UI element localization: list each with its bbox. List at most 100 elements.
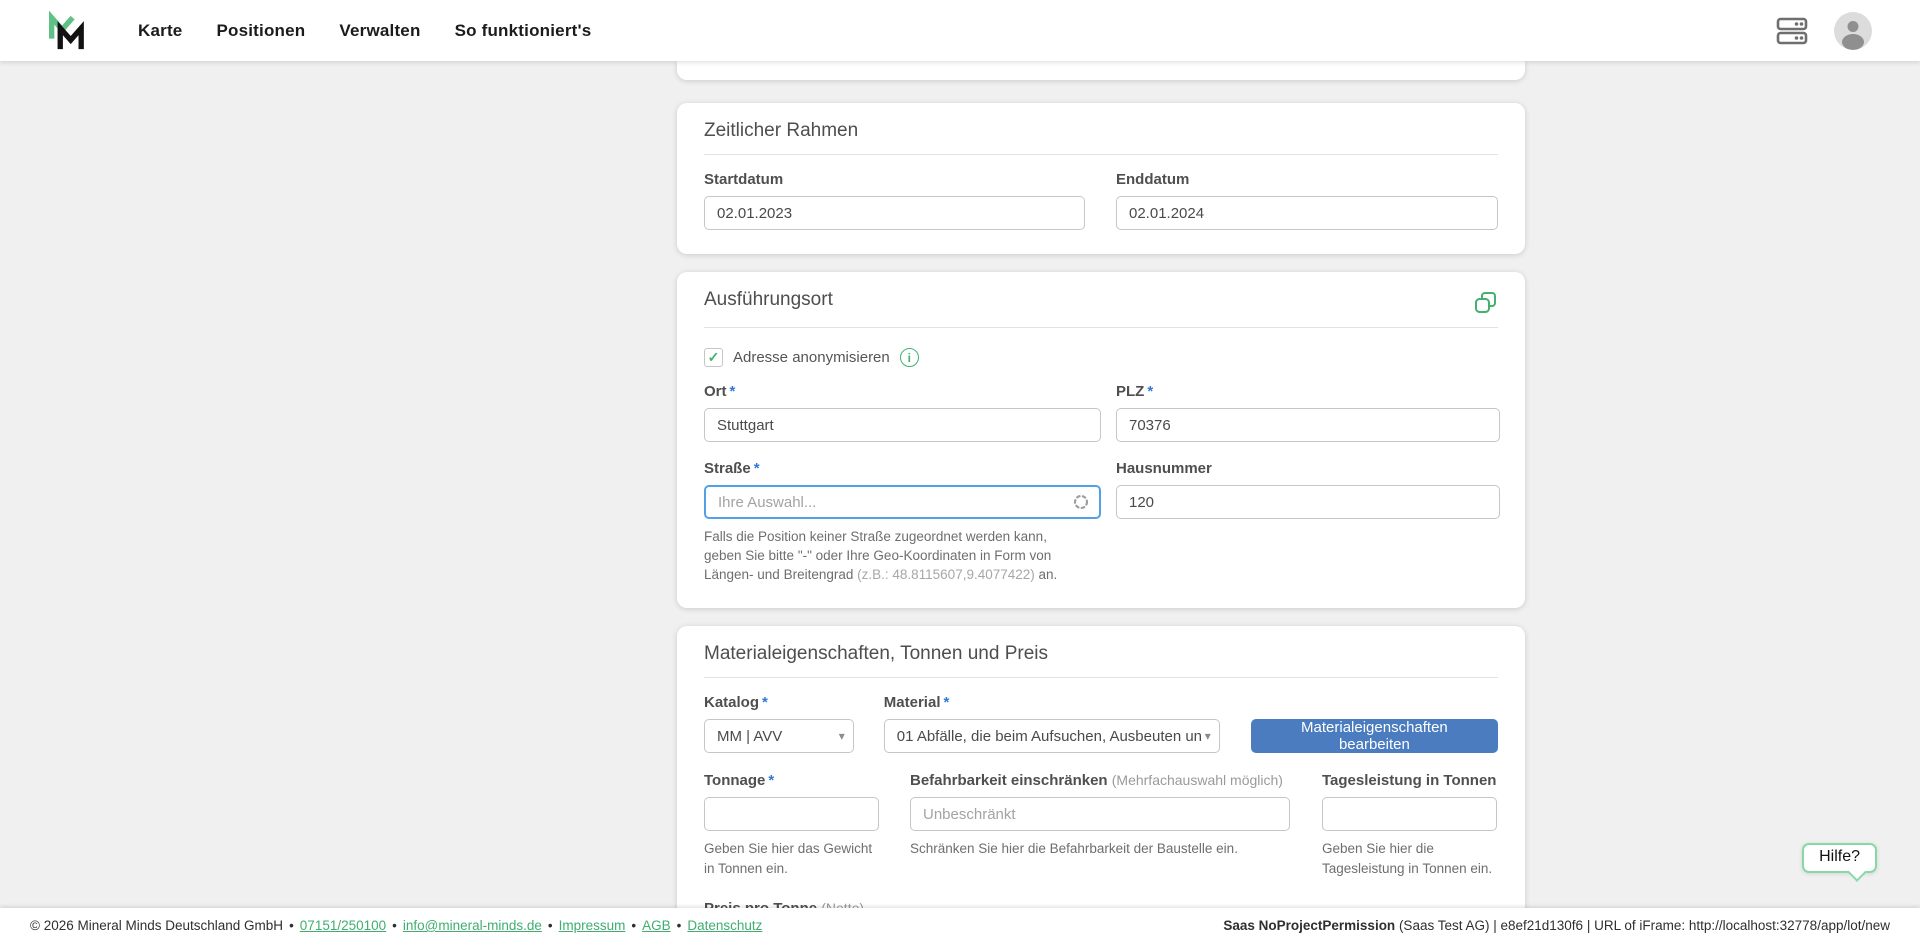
footer-env-info: Saas NoProjectPermission (Saas Test AG) … [1223, 918, 1890, 933]
tonnage-helper-text: Geben Sie hier das Gewicht in Tonnen ein… [704, 839, 879, 878]
divider [704, 154, 1498, 155]
field-hausnummer: Hausnummer [1116, 460, 1500, 584]
separator: • [392, 918, 397, 933]
previous-card-cutoff [677, 61, 1525, 80]
required-asterisk: * [730, 383, 736, 400]
befahrbarkeit-input[interactable] [910, 797, 1290, 831]
field-preis: Preis pro Tonne (Netto) [704, 900, 1498, 908]
enddatum-label: Enddatum [1116, 171, 1500, 188]
startdatum-label: Startdatum [704, 171, 1101, 188]
info-icon[interactable]: i [900, 348, 919, 367]
preis-label-text: Preis pro Tonne [704, 900, 817, 908]
help-button[interactable]: Hilfe? [1802, 843, 1877, 873]
section-title-material: Materialeigenschaften, Tonnen und Preis [704, 643, 1048, 665]
material-selected-value: 01 Abfälle, die beim Aufsuchen, Ausbeute… [897, 728, 1201, 745]
strasse-helper-suffix: an. [1035, 567, 1058, 582]
required-asterisk: * [754, 460, 760, 477]
chevron-down-icon: ▾ [839, 729, 845, 743]
befahrbarkeit-label: Befahrbarkeit einschränken (Mehrfachausw… [910, 772, 1290, 789]
form-column: Zeitlicher Rahmen Startdatum Enddatum [677, 61, 1525, 908]
startdatum-input[interactable] [704, 196, 1085, 230]
plz-input[interactable] [1116, 408, 1500, 442]
copy-icon[interactable] [1474, 291, 1498, 315]
separator: • [677, 918, 682, 933]
plz-label-text: PLZ [1116, 383, 1144, 400]
section-title-ausfuehrungsort: Ausführungsort [704, 289, 833, 311]
katalog-select[interactable]: MM | AVV ▾ [704, 719, 854, 753]
hausnummer-label: Hausnummer [1116, 460, 1500, 477]
env-details-text: (Saas Test AG) | e8ef21d130f6 | URL of i… [1395, 918, 1890, 933]
section-zeitlicher-rahmen: Zeitlicher Rahmen Startdatum Enddatum [677, 103, 1525, 254]
section-ausfuehrungsort: Ausführungsort ✓ Adresse anonymisieren i [677, 272, 1525, 608]
copyright-text: © 2026 Mineral Minds Deutschland GmbH [30, 918, 283, 933]
ort-label: Ort* [704, 383, 1101, 400]
ort-input[interactable] [704, 408, 1101, 442]
tonnage-label-text: Tonnage [704, 772, 765, 789]
main-nav: Karte Positionen Verwalten So funktionie… [138, 21, 591, 41]
anonymize-checkbox[interactable]: ✓ [704, 348, 723, 367]
field-tagesleistung: Tagesleistung in Tonnen Geben Sie hier d… [1322, 772, 1497, 878]
page-footer: © 2026 Mineral Minds Deutschland GmbH • … [0, 908, 1920, 943]
plz-label: PLZ* [1116, 383, 1500, 400]
nav-item-verwalten[interactable]: Verwalten [339, 21, 420, 41]
hausnummer-input[interactable] [1116, 485, 1500, 519]
footer-link-phone[interactable]: 07151/250100 [300, 918, 386, 933]
required-asterisk: * [762, 694, 768, 711]
strasse-input[interactable] [704, 485, 1101, 519]
katalog-selected-value: MM | AVV [717, 728, 835, 745]
tonnage-label: Tonnage* [704, 772, 879, 789]
strasse-label: Straße* [704, 460, 1101, 477]
footer-link-datenschutz[interactable]: Datenschutz [687, 918, 762, 933]
katalog-label-text: Katalog [704, 694, 759, 711]
befahrbarkeit-label-text: Befahrbarkeit einschränken [910, 772, 1108, 789]
loading-spinner-icon [1073, 494, 1089, 510]
field-befahrbarkeit: Befahrbarkeit einschränken (Mehrfachausw… [910, 772, 1290, 878]
tagesleistung-label: Tagesleistung in Tonnen [1322, 772, 1497, 789]
user-avatar[interactable] [1834, 12, 1872, 50]
separator: • [631, 918, 636, 933]
material-select[interactable]: 01 Abfälle, die beim Aufsuchen, Ausbeute… [884, 719, 1220, 753]
person-icon [1834, 12, 1872, 50]
required-asterisk: * [944, 694, 950, 711]
material-label-text: Material [884, 694, 941, 711]
material-label: Material* [884, 694, 1220, 711]
nav-item-positionen[interactable]: Positionen [216, 21, 305, 41]
separator: • [548, 918, 553, 933]
list-view-icon[interactable] [1776, 16, 1808, 46]
ort-label-text: Ort [704, 383, 727, 400]
strasse-label-text: Straße [704, 460, 751, 477]
field-enddatum: Enddatum [1116, 171, 1500, 230]
top-navbar: Karte Positionen Verwalten So funktionie… [0, 0, 1920, 61]
checkbox-check-icon: ✓ [708, 349, 720, 366]
enddatum-input[interactable] [1116, 196, 1498, 230]
saas-permission-text: Saas NoProjectPermission [1223, 918, 1395, 933]
divider [704, 677, 1498, 678]
footer-link-agb[interactable]: AGB [642, 918, 671, 933]
required-asterisk: * [768, 772, 774, 789]
mineral-minds-logo[interactable] [45, 10, 85, 52]
tagesleistung-input[interactable] [1322, 797, 1497, 831]
divider [704, 327, 1498, 328]
footer-link-impressum[interactable]: Impressum [559, 918, 626, 933]
field-strasse: Straße* Falls die Position keiner Straße… [704, 460, 1101, 584]
befahrbarkeit-helper-text: Schränken Sie hier die Befahrbarkeit der… [910, 839, 1290, 859]
navbar-right [1776, 12, 1872, 50]
field-tonnage: Tonnage* Geben Sie hier das Gewicht in T… [704, 772, 879, 878]
tagesleistung-helper-text: Geben Sie hier die Tagesleistung in Tonn… [1322, 839, 1497, 878]
footer-left: © 2026 Mineral Minds Deutschland GmbH • … [30, 918, 762, 933]
page-content: Zeitlicher Rahmen Startdatum Enddatum [0, 61, 1920, 908]
strasse-helper-text: Falls die Position keiner Straße zugeord… [704, 527, 1086, 584]
footer-link-email[interactable]: info@mineral-minds.de [403, 918, 542, 933]
edit-material-properties-button[interactable]: Materialeigenschaften bearbeiten [1251, 719, 1498, 753]
preis-hint: (Netto) [821, 900, 864, 908]
separator: • [289, 918, 294, 933]
field-ort: Ort* [704, 383, 1101, 442]
tonnage-input[interactable] [704, 797, 879, 831]
nav-item-karte[interactable]: Karte [138, 21, 182, 41]
chevron-down-icon: ▾ [1205, 729, 1211, 743]
field-plz: PLZ* [1116, 383, 1500, 442]
field-katalog: Katalog* MM | AVV ▾ [704, 694, 854, 753]
section-material: Materialeigenschaften, Tonnen und Preis … [677, 626, 1525, 908]
nav-item-so-funktionierts[interactable]: So funktioniert's [455, 21, 592, 41]
katalog-label: Katalog* [704, 694, 854, 711]
